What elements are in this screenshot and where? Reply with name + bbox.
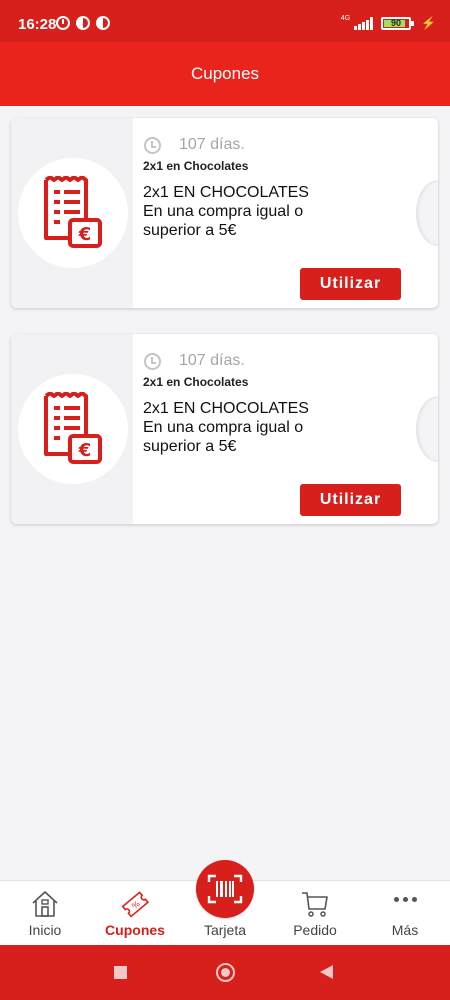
receipt-euro-icon: € [18, 374, 128, 484]
days-text: 107 días. [179, 352, 245, 369]
svg-text:€: € [78, 224, 92, 245]
nav-label: Cupones [105, 922, 165, 938]
coupon-subtitle: 2x1 en Chocolates [143, 375, 249, 389]
clock-icon [144, 352, 161, 370]
barcode-scan-icon [207, 874, 243, 904]
cart-icon [302, 892, 328, 917]
coupon-image-area: € [11, 334, 133, 524]
home-button[interactable] [216, 963, 235, 982]
coupon-desc-line: superior a 5€ [143, 222, 237, 239]
home-icon [32, 891, 58, 917]
days-text: 107 días. [179, 136, 245, 153]
recent-apps-button[interactable] [114, 966, 127, 979]
nav-item-pedido[interactable]: Pedido [270, 881, 360, 946]
charging-icon: ⚡ [421, 16, 436, 30]
battery-level: 90 [391, 17, 402, 28]
back-button[interactable] [320, 965, 333, 979]
receipt-euro-icon: € [18, 158, 128, 268]
coupon-desc-line: En una compra igual o [143, 203, 304, 220]
coupon-card: € 107 días. 2x1 en Chocolates 2x1 EN CHO… [11, 118, 438, 308]
nav-item-inicio[interactable]: Inicio [0, 881, 90, 946]
coupon-desc-line: En una compra igual o [143, 419, 304, 436]
status-time: 16:28 [18, 16, 57, 33]
coupon-notch [416, 396, 438, 462]
signal-icon [354, 16, 374, 30]
system-navigation-bar [0, 945, 450, 1000]
more-dots-icon [390, 897, 420, 902]
nav-label: Tarjeta [203, 922, 247, 938]
svg-text:€: € [78, 440, 92, 461]
clock-icon [144, 136, 161, 154]
use-coupon-button[interactable]: Utilizar [300, 268, 401, 300]
status-bar: 16:28 4G 90 ⚡ [0, 0, 450, 42]
nav-label: Más [391, 922, 419, 938]
use-coupon-button[interactable]: Utilizar [300, 484, 401, 516]
coupon-subtitle: 2x1 en Chocolates [143, 159, 249, 173]
nav-label: Inicio [28, 922, 62, 938]
app-header: Cupones [0, 42, 450, 106]
coupon-description: 2x1 EN CHOCOLATES En una compra igual o … [143, 399, 408, 456]
nav-item-mas[interactable]: Más [360, 881, 450, 946]
coupon-icon: % [121, 891, 150, 918]
status-notification-icons [56, 16, 110, 30]
alarm-icon [56, 16, 70, 30]
battery-icon: 90 [381, 16, 415, 30]
nav-label: Pedido [293, 922, 337, 938]
coupon-title-line: 2x1 EN CHOCOLATES [143, 184, 309, 201]
coupon-body: 107 días. 2x1 en Chocolates 2x1 EN CHOCO… [143, 348, 408, 456]
coupon-body: 107 días. 2x1 en Chocolates 2x1 EN CHOCO… [143, 132, 408, 240]
page-title: Cupones [190, 64, 260, 83]
scan-card-button[interactable] [196, 860, 254, 918]
coupon-notch [416, 180, 438, 246]
days-remaining: 107 días. [143, 132, 408, 158]
status-system-icons: 4G 90 ⚡ [340, 14, 436, 31]
coupon-title-line: 2x1 EN CHOCOLATES [143, 400, 309, 417]
app-notification-icon [76, 16, 90, 30]
coupon-card: € 107 días. 2x1 en Chocolates 2x1 EN CHO… [11, 334, 438, 524]
coupon-image-area: € [11, 118, 133, 308]
days-remaining: 107 días. [143, 348, 408, 374]
coupon-desc-line: superior a 5€ [143, 438, 237, 455]
network-type: 4G [340, 14, 351, 22]
coupon-description: 2x1 EN CHOCOLATES En una compra igual o … [143, 183, 408, 240]
app-notification-icon [96, 16, 110, 30]
nav-item-cupones[interactable]: % Cupones [90, 881, 180, 946]
